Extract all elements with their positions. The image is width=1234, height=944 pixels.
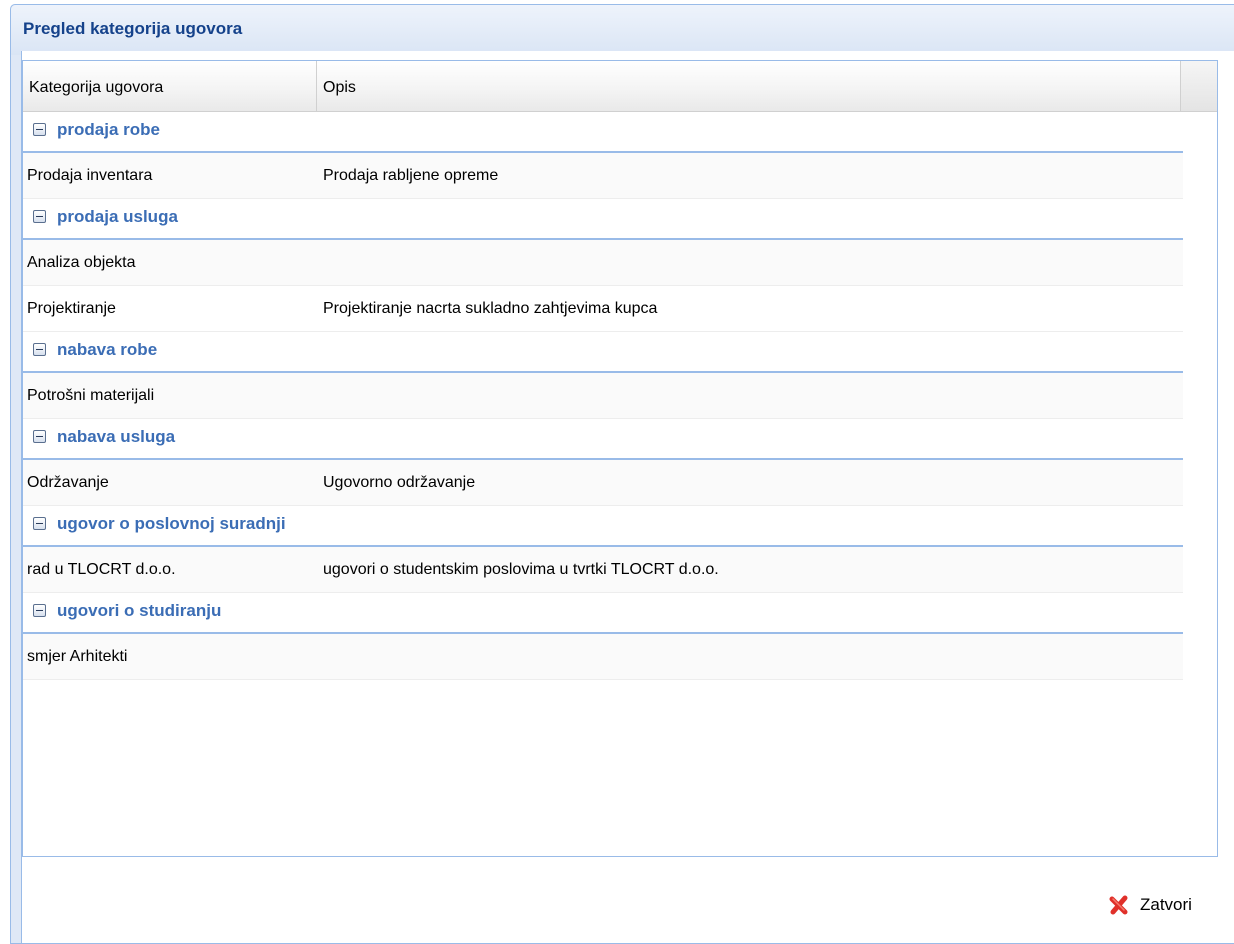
group-label: ugovor o poslovnoj suradnji [57, 514, 286, 533]
collapse-group-icon[interactable] [33, 604, 46, 617]
group-label: prodaja robe [57, 120, 160, 139]
close-x-icon [1108, 894, 1130, 916]
group-row[interactable]: prodaja usluga [23, 199, 1183, 240]
cell-category: Održavanje [27, 474, 109, 491]
collapse-group-icon[interactable] [33, 343, 46, 356]
cell-category: Projektiranje [27, 300, 116, 317]
collapse-group-icon[interactable] [33, 430, 46, 443]
group-label: nabava robe [57, 340, 158, 359]
group-label: prodaja usluga [57, 207, 178, 226]
group-row[interactable]: ugovori o studiranju [23, 593, 1183, 634]
window-title: Pregled kategorija ugovora [23, 19, 243, 38]
column-header-category[interactable]: Kategorija ugovora [23, 61, 317, 111]
table-row[interactable]: Analiza objekta [23, 240, 1183, 286]
column-header-scroll-spacer [1181, 61, 1217, 111]
cell-category: smjer Arhitekti [27, 648, 128, 665]
collapse-group-icon[interactable] [33, 517, 46, 530]
grid-header: Kategorija ugovora Opis [23, 61, 1217, 112]
cell-description: Projektiranje nacrta sukladno zahtjevima… [323, 300, 658, 317]
cell-description: Ugovorno održavanje [323, 474, 476, 491]
cell-category: Analiza objekta [27, 254, 136, 271]
collapse-group-icon[interactable] [33, 210, 46, 223]
table-row[interactable]: Održavanje Ugovorno održavanje [23, 460, 1183, 506]
window-header[interactable]: Pregled kategorija ugovora [11, 5, 1234, 55]
close-button[interactable]: Zatvori [1108, 890, 1192, 920]
column-header-description[interactable]: Opis [317, 61, 1181, 111]
cell-category: Potrošni materijali [27, 387, 155, 404]
grid-rows: prodaja robe Prodaja inventara Prodaja rab… [23, 112, 1183, 680]
cell-description: ugovori o studentskim poslovima u tvrtki… [323, 561, 719, 578]
cell-description: Prodaja rabljene opreme [323, 167, 499, 184]
cell-category: Prodaja inventara [27, 167, 153, 184]
table-row[interactable]: Prodaja inventara Prodaja rabljene opreme [23, 153, 1183, 199]
table-row[interactable]: Projektiranje Projektiranje nacrta suklad… [23, 286, 1183, 332]
group-label: nabava usluga [57, 427, 176, 446]
group-row[interactable]: ugovor o poslovnoj suradnji [23, 506, 1183, 547]
group-row[interactable]: nabava robe [23, 332, 1183, 373]
collapse-group-icon[interactable] [33, 123, 46, 136]
group-row[interactable]: nabava usluga [23, 419, 1183, 460]
table-row[interactable]: smjer Arhitekti [23, 634, 1183, 680]
categories-grid: Kategorija ugovora Opis prodaja robe Prod… [22, 60, 1218, 857]
table-row[interactable]: rad u TLOCRT d.o.o. ugovori o studentskim… [23, 547, 1183, 593]
table-row[interactable]: Potrošni materijali [23, 373, 1183, 419]
group-row[interactable]: prodaja robe [23, 112, 1183, 153]
group-label: ugovori o studiranju [57, 601, 222, 620]
cell-category: rad u TLOCRT d.o.o. [27, 561, 176, 578]
close-button-label: Zatvori [1140, 895, 1192, 914]
